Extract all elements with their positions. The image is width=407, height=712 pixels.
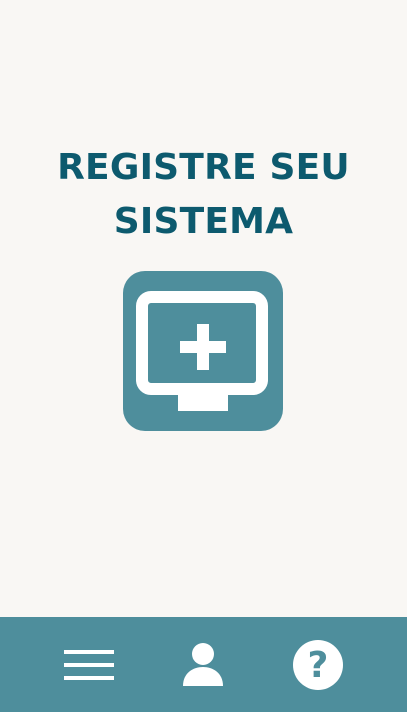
- help-icon-glyph: ?: [308, 645, 329, 686]
- register-screen: REGISTRE SEU SISTEMA: [0, 0, 407, 617]
- monitor-plus-icon: [136, 291, 268, 411]
- profile-button[interactable]: [163, 617, 243, 712]
- page-title-line-2: SISTEMA: [113, 201, 294, 242]
- register-system-button[interactable]: [123, 271, 283, 431]
- menu-button[interactable]: [49, 617, 129, 712]
- page-title: REGISTRE SEU SISTEMA: [0, 141, 407, 249]
- help-button[interactable]: ?: [278, 617, 358, 712]
- user-icon: [183, 642, 223, 686]
- page-title-line-1: REGISTRE SEU: [57, 147, 350, 188]
- help-icon: ?: [293, 639, 343, 690]
- hamburger-menu-icon: [64, 649, 114, 680]
- bottom-nav: ?: [0, 617, 407, 712]
